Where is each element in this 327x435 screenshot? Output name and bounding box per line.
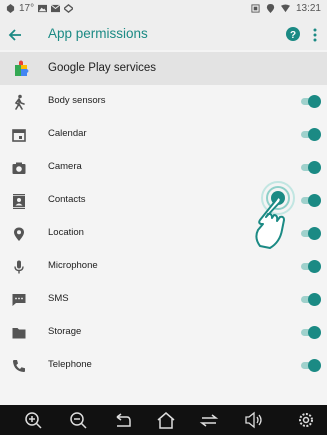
permission-label: Body sensors: [48, 95, 106, 106]
more-vert-icon[interactable]: [309, 25, 321, 45]
page-title: App permissions: [48, 26, 148, 41]
mail-icon: [51, 4, 61, 13]
phone-icon: [13, 360, 25, 372]
settings-icon[interactable]: [296, 411, 316, 429]
toggle-thumb: [308, 260, 321, 273]
permission-row-calendar[interactable]: Calendar: [0, 118, 327, 151]
permission-row-telephone[interactable]: Telephone: [0, 349, 327, 382]
status-time: 13:21: [295, 3, 321, 14]
toggle-thumb: [308, 359, 321, 372]
tap-hand-icon: [255, 181, 295, 249]
microphone-icon: [14, 260, 24, 274]
permission-toggle[interactable]: [297, 161, 322, 174]
permission-toggle[interactable]: [297, 359, 322, 372]
location-icon: [266, 4, 275, 13]
permission-label: Camera: [48, 161, 82, 172]
permission-toggle[interactable]: [297, 128, 322, 141]
volume-icon[interactable]: [244, 411, 264, 429]
camera-icon: [12, 162, 26, 174]
toggle-thumb: [308, 95, 321, 108]
app-name: Google Play services: [48, 62, 157, 74]
permission-row-storage[interactable]: Storage: [0, 316, 327, 349]
body-sensors-icon: [14, 94, 25, 110]
gallery-icon: [38, 4, 48, 13]
notification-icon: [6, 4, 15, 13]
toggle-thumb: [308, 227, 321, 240]
sms-icon: [12, 294, 26, 306]
permission-label: Calendar: [48, 128, 87, 139]
permission-toggle[interactable]: [297, 293, 322, 306]
permission-label: Microphone: [48, 260, 98, 271]
recents-icon[interactable]: [199, 411, 219, 429]
contacts-icon: [13, 194, 25, 209]
permission-row-microphone[interactable]: Microphone: [0, 250, 327, 283]
cast-icon: [64, 4, 74, 13]
zoom-out-icon[interactable]: [69, 411, 89, 429]
permission-toggle[interactable]: [297, 227, 322, 240]
permission-label: Storage: [48, 326, 82, 337]
permission-label: Contacts: [48, 194, 86, 205]
temperature-text: 17°: [19, 3, 35, 14]
help-icon[interactable]: ?: [285, 26, 301, 42]
sim-icon: [251, 4, 260, 13]
location-icon: [14, 227, 24, 241]
svg-text:?: ?: [290, 30, 296, 41]
toggle-thumb: [308, 293, 321, 306]
permission-label: SMS: [48, 293, 69, 304]
permission-toggle[interactable]: [297, 326, 322, 339]
zoom-in-icon[interactable]: [24, 411, 44, 429]
navigation-bar: [0, 405, 327, 435]
permission-toggle[interactable]: [297, 95, 322, 108]
home-icon[interactable]: [156, 411, 176, 429]
wifi-icon: [280, 4, 290, 13]
toggle-thumb: [308, 161, 321, 174]
permission-row-sms[interactable]: SMS: [0, 283, 327, 316]
app-bar: App permissions ?: [0, 20, 327, 50]
status-bar: 17° 13:21: [0, 0, 327, 20]
folder-icon: [12, 328, 26, 339]
toggle-thumb: [308, 326, 321, 339]
calendar-icon: [12, 129, 26, 142]
toggle-thumb: [308, 194, 321, 207]
permission-row-body-sensors[interactable]: Body sensors: [0, 85, 327, 118]
arrow-back-icon[interactable]: [5, 25, 27, 45]
permission-label: Location: [48, 227, 84, 238]
permission-toggle[interactable]: [297, 194, 322, 207]
permission-toggle[interactable]: [297, 260, 322, 273]
permission-label: Telephone: [48, 359, 92, 370]
puzzle-icon: [15, 60, 29, 76]
back-icon[interactable]: [113, 411, 133, 429]
toggle-thumb: [308, 128, 321, 141]
app-header: Google Play services: [0, 52, 327, 85]
